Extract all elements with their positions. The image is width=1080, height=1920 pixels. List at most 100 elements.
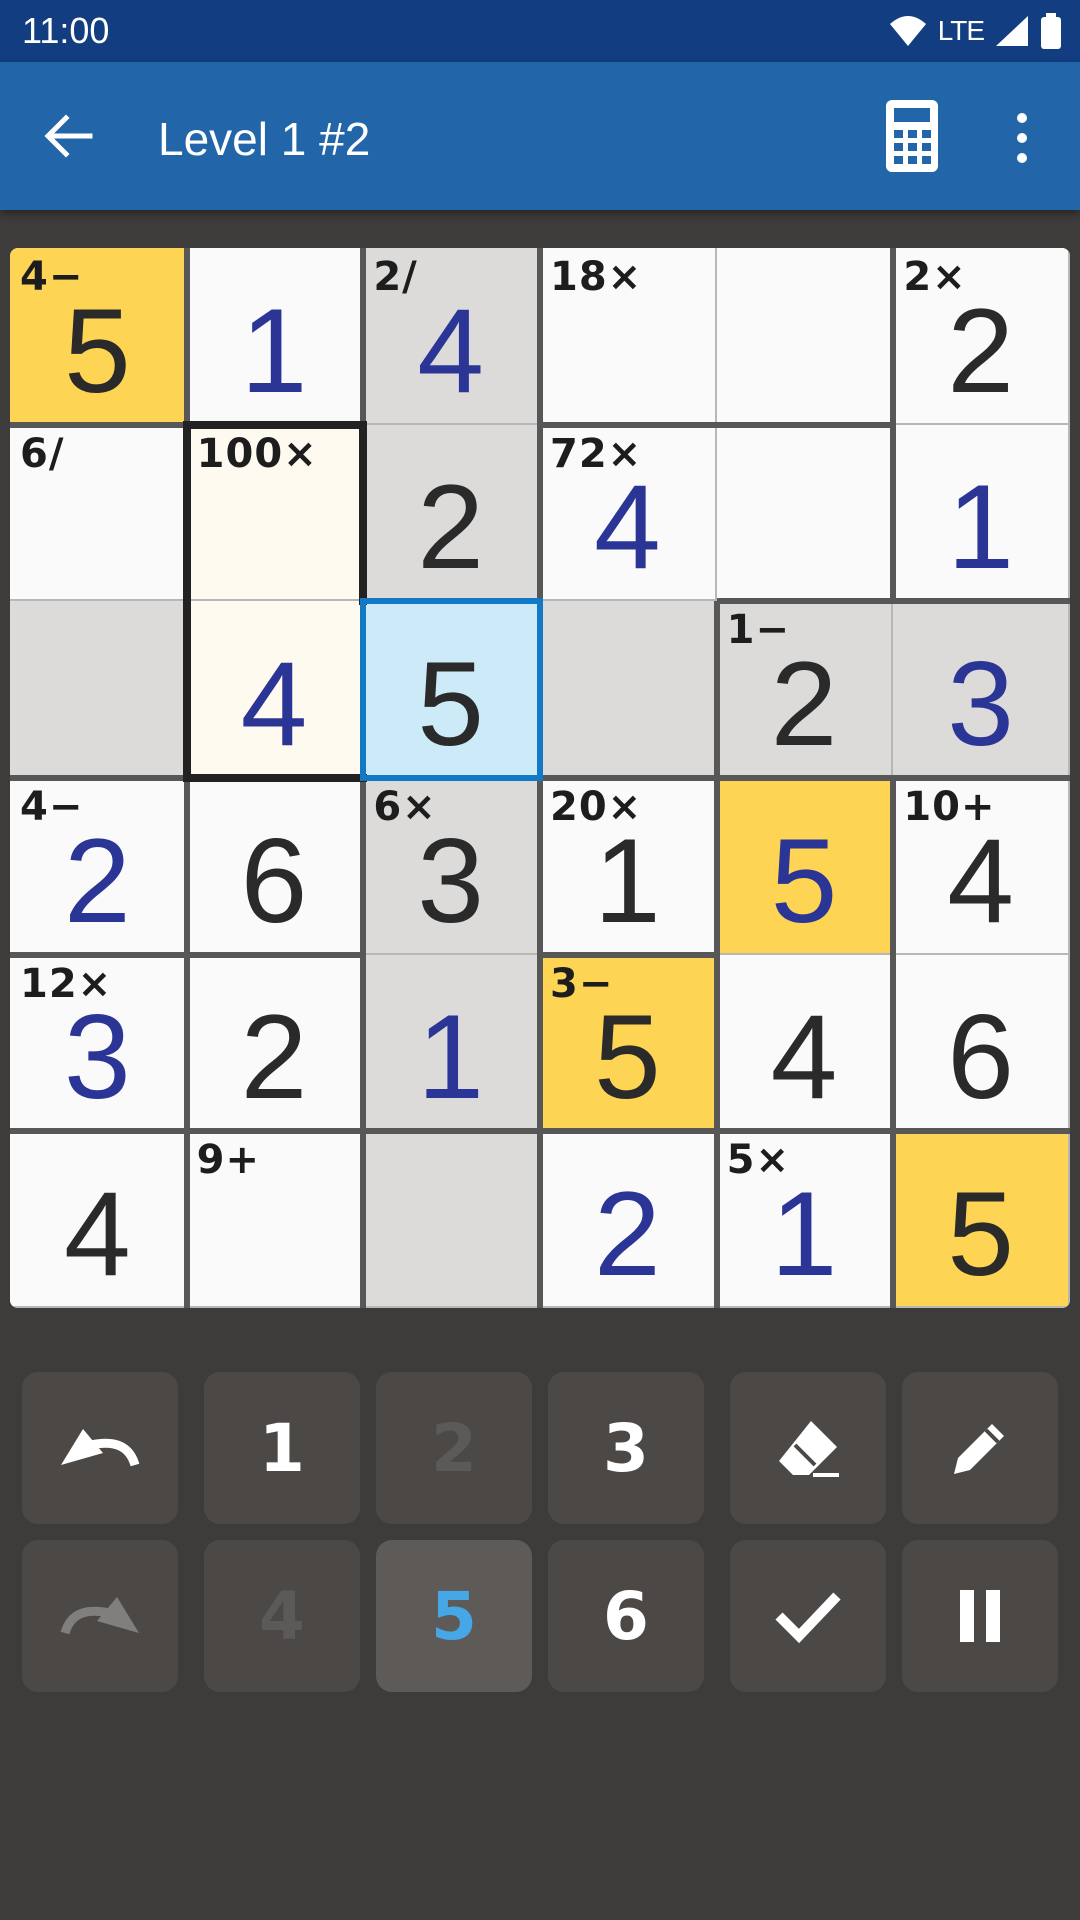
status-bar: 11:00 LTE [0,0,1080,62]
cage-border [540,421,894,428]
grid-cell-r4c3[interactable]: 3− 5 [540,954,717,1132]
cell-value: 1 [947,460,1015,595]
back-arrow-icon[interactable] [40,108,96,164]
grid-cell-r1c1[interactable]: 100× [186,424,364,602]
cell-value: 4 [593,460,661,595]
number-key-2[interactable]: 2 [376,1372,532,1524]
grid-cell-r3c2[interactable]: 6× 3 [363,778,540,955]
status-icons: LTE [888,12,1062,50]
grid-cell-r2c4[interactable]: 1− 2 [716,601,894,778]
grid-cell-r1c4[interactable] [716,424,894,602]
grid-cell-r3c1[interactable]: 6 [186,778,364,955]
cell-value: 1 [240,283,308,418]
grid-cell-r4c2[interactable]: 1 [363,954,540,1132]
wifi-icon [889,16,926,46]
network-type: LTE [937,15,985,46]
grid-cell-r0c1[interactable]: 1 [186,248,364,425]
active-cage-border [182,420,191,782]
number-key-6[interactable]: 6 [548,1540,704,1692]
eraser-icon [779,1421,839,1477]
cage-border [10,1128,1070,1135]
cell-value: 5 [947,1166,1015,1301]
grid-cell-r4c4[interactable]: 4 [716,954,894,1132]
calculator-icon[interactable] [882,98,942,174]
pause-button[interactable] [902,1540,1058,1692]
cell-value: 2 [240,990,308,1125]
grid-cell-r1c2[interactable]: 2 [363,424,540,602]
grid-cell-r0c5[interactable]: 2× 2 [893,248,1070,425]
overflow-menu-icon[interactable] [1002,110,1042,166]
grid-cell-r3c0[interactable]: 4− 2 [10,778,187,955]
cell-value: 6 [947,990,1015,1125]
number-key-4[interactable]: 4 [204,1540,360,1692]
cage-border [540,951,717,958]
cage-clue: 18× [550,254,643,300]
active-cage-border [182,774,368,782]
grid-cell-r3c5[interactable]: 10+ 4 [893,778,1070,955]
cell-value: 4 [240,636,308,771]
pause-icon [960,1590,1000,1642]
cell-value: 5 [593,990,661,1125]
active-cage-border [182,420,368,429]
key-label: 1 [259,1409,305,1487]
undo-button[interactable] [22,1372,178,1524]
cell-value: 2 [770,636,838,771]
selected-cell-outline [360,598,543,781]
cage-border [10,421,187,428]
grid-cell-r2c0[interactable] [10,601,187,778]
grid-cell-r0c3[interactable]: 18× [540,248,717,425]
grid-cell-r4c1[interactable]: 2 [186,954,364,1132]
cell-value: 5 [63,283,131,418]
cell-value: 1 [417,990,485,1125]
grid-cell-r0c2[interactable]: 2/4 [363,248,540,425]
grid-cell-r1c3[interactable]: 72× 4 [540,424,717,602]
puzzle-board: 4− 5 1 2/4 18× 2× 2 6/100× 2 72× 4 1 4 5 1− 2 3 4− 2 6 6× 3 20… [10,248,1070,1308]
grid-cell-r4c5[interactable]: 6 [893,954,1070,1132]
key-label: 5 [431,1577,477,1655]
signal-icon [996,16,1028,46]
grid-cell-r2c3[interactable] [540,601,717,778]
grid-cell-r5c2[interactable] [363,1131,540,1308]
grid-cell-r5c4[interactable]: 5× 1 [716,1131,894,1308]
cage-border [183,1131,190,1308]
cell-value: 4 [63,1166,131,1301]
eraser-button[interactable] [730,1372,886,1524]
pencil-button[interactable] [902,1372,1058,1524]
cell-value: 6 [240,813,308,948]
grid-cell-r5c1[interactable]: 9+ [186,1131,364,1308]
number-key-5[interactable]: 5 [376,1540,532,1692]
grid-cell-r0c0[interactable]: 4− 5 [10,248,187,425]
number-key-3[interactable]: 3 [548,1372,704,1524]
grid-cell-r1c0[interactable]: 6/ [10,424,187,602]
cell-value: 3 [63,990,131,1125]
check-button[interactable] [730,1540,886,1692]
app-bar: Level 1 #2 [0,62,1080,210]
cell-value: 2 [593,1166,661,1301]
grid-cell-r5c5[interactable]: 5 [893,1131,1070,1308]
cage-clue: 6/ [20,430,65,477]
cell-value: 1 [593,813,661,948]
cage-clue: 100× [196,430,318,477]
key-label: 4 [259,1577,305,1655]
cage-border [716,598,1070,605]
grid-cell-r3c3[interactable]: 20× 1 [540,778,717,955]
grid-cell-r5c0[interactable]: 4 [10,1131,187,1308]
grid-cell-r4c0[interactable]: 12× 3 [10,954,187,1132]
number-key-1[interactable]: 1 [204,1372,360,1524]
cage-border [360,248,367,425]
grid-cell-r1c5[interactable]: 1 [893,424,1070,602]
cell-value: 4 [947,813,1015,948]
cell-value: 4 [417,283,485,418]
grid-cell-r5c3[interactable]: 2 [540,1131,717,1308]
cage-clue: 9+ [196,1137,261,1184]
grid-cell-r2c1[interactable]: 4 [186,601,364,778]
grid-cell-r3c4[interactable]: 5 [716,778,894,955]
cage-border [186,1128,364,1135]
cell-value: 2 [417,460,485,595]
grid-cell-r0c4[interactable] [716,248,894,425]
battery-icon [1041,13,1061,49]
redo-button[interactable] [22,1540,178,1692]
check-icon [775,1592,841,1644]
key-label: 2 [431,1409,477,1487]
grid-cell-r2c5[interactable]: 3 [893,601,1070,778]
